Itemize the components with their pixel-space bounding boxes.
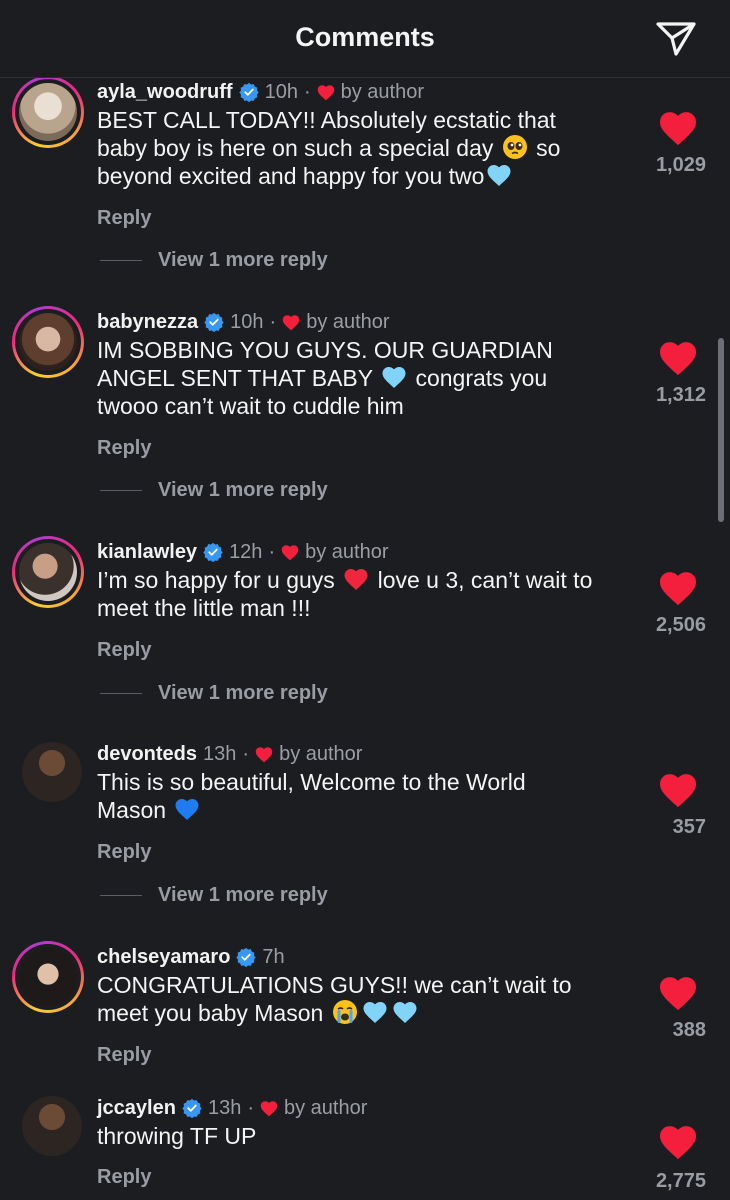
view-more-replies-button[interactable]: View 1 more reply xyxy=(100,681,328,705)
verified-badge-icon xyxy=(238,82,259,102)
light-blue-heart-icon xyxy=(363,1002,387,1023)
comment-time: 13h xyxy=(207,1096,242,1119)
page-title: Comments xyxy=(295,22,435,52)
send-icon[interactable] xyxy=(652,16,700,60)
like-count: 1,029 xyxy=(655,154,706,176)
separator-dot: · xyxy=(269,310,277,333)
comment-meta: babynezza 10h · by author xyxy=(97,308,390,336)
reply-button[interactable]: Reply xyxy=(97,1044,151,1067)
comment-time: 10h xyxy=(230,310,264,333)
divider-line xyxy=(100,489,142,491)
verified-badge-icon xyxy=(182,1098,202,1118)
like-count: 357 xyxy=(672,816,706,838)
avatar[interactable] xyxy=(12,306,84,378)
comment-text: throwing TF UP xyxy=(97,1123,257,1149)
author-liked-heart-icon xyxy=(255,746,273,762)
comment-text: IM SOBBING YOU GUYS. OUR GUARDIAN ANGEL … xyxy=(97,337,553,419)
comment-time: 13h xyxy=(203,742,237,765)
comment-text: CONGRATULATIONS GUYS!! we can’t wait to … xyxy=(97,972,572,1026)
like-count: 1,312 xyxy=(655,384,706,406)
comment-meta: jccaylen 13h · by author xyxy=(97,1094,367,1122)
author-liked-heart-icon xyxy=(281,544,299,560)
comment-meta: kianlawley 12h · by author xyxy=(97,538,389,566)
username[interactable]: babynezza xyxy=(97,311,198,334)
like-count: 2,775 xyxy=(655,1170,706,1192)
like-heart-icon[interactable] xyxy=(658,975,698,1011)
like-heart-icon[interactable] xyxy=(658,570,698,606)
pleading-face-icon xyxy=(502,135,527,159)
reply-button[interactable]: Reply xyxy=(97,207,151,230)
red-heart-icon xyxy=(344,569,368,590)
avatar[interactable] xyxy=(12,536,84,608)
comment-text: I’m so happy for u guys love u 3, can’t … xyxy=(97,567,593,621)
comment-text: BEST CALL TODAY!! Absolutely ecstatic th… xyxy=(97,107,561,189)
separator-dot: · xyxy=(268,540,276,563)
header: Comments xyxy=(0,0,730,78)
username[interactable]: ayla_woodruff xyxy=(97,81,233,104)
divider-line xyxy=(100,692,142,694)
view-more-replies-button[interactable]: View 1 more reply xyxy=(100,478,328,502)
avatar[interactable] xyxy=(12,941,84,1013)
by-author-label: by author xyxy=(305,540,389,563)
like-heart-icon[interactable] xyxy=(658,340,698,376)
view-more-replies-button[interactable]: View 1 more reply xyxy=(100,248,328,272)
verified-badge-icon xyxy=(203,542,223,562)
comment-time: 7h xyxy=(262,945,285,968)
like-count: 2,506 xyxy=(655,614,706,636)
verified-badge-icon xyxy=(236,947,257,967)
light-blue-heart-icon xyxy=(393,1002,417,1023)
divider-line xyxy=(100,259,142,261)
comment-time: 12h xyxy=(229,540,263,563)
username[interactable]: jccaylen xyxy=(97,1097,176,1120)
reply-button[interactable]: Reply xyxy=(97,1166,151,1189)
like-heart-icon[interactable] xyxy=(658,110,698,146)
username[interactable]: kianlawley xyxy=(97,541,197,564)
view-more-label: View 1 more reply xyxy=(158,883,328,906)
view-more-label: View 1 more reply xyxy=(158,681,328,704)
view-more-label: View 1 more reply xyxy=(158,478,328,501)
avatar[interactable] xyxy=(22,742,82,802)
avatar[interactable] xyxy=(22,1096,82,1156)
comment-meta: ayla_woodruff 10h · by author xyxy=(97,78,424,106)
light-blue-heart-icon xyxy=(487,165,511,186)
separator-dot: · xyxy=(247,1096,254,1119)
like-heart-icon[interactable] xyxy=(658,772,698,808)
blue-heart-icon xyxy=(175,799,199,820)
view-more-label: View 1 more reply xyxy=(158,248,328,271)
comment-meta: devonteds 13h · by author xyxy=(97,740,362,768)
separator-dot: · xyxy=(242,742,250,765)
author-liked-heart-icon xyxy=(317,84,334,100)
comment-time: 10h xyxy=(264,80,298,103)
reply-button[interactable]: Reply xyxy=(97,639,151,662)
by-author-label: by author xyxy=(306,310,390,333)
by-author-label: by author xyxy=(340,80,425,103)
comments-list: ayla_woodruff 10h · by author BEST CALL … xyxy=(0,0,730,1200)
like-count: 388 xyxy=(672,1019,706,1041)
comment-meta: chelseyamaro 7h xyxy=(97,943,285,971)
username[interactable]: chelseyamaro xyxy=(97,946,230,969)
author-liked-heart-icon xyxy=(260,1100,278,1116)
comment-text: This is so beautiful, Welcome to the Wor… xyxy=(97,769,526,823)
light-blue-heart-icon xyxy=(382,367,406,388)
username[interactable]: devonteds xyxy=(97,743,197,766)
by-author-label: by author xyxy=(284,1096,368,1119)
reply-button[interactable]: Reply xyxy=(97,841,151,864)
by-author-label: by author xyxy=(279,742,363,765)
author-liked-heart-icon xyxy=(282,314,300,330)
divider-line xyxy=(100,894,142,896)
reply-button[interactable]: Reply xyxy=(97,437,151,460)
avatar[interactable] xyxy=(12,76,84,148)
crying-face-icon xyxy=(332,1000,357,1024)
like-heart-icon[interactable] xyxy=(658,1124,698,1160)
view-more-replies-button[interactable]: View 1 more reply xyxy=(100,883,328,907)
scrollbar[interactable] xyxy=(718,338,724,522)
verified-badge-icon xyxy=(204,312,224,332)
separator-dot: · xyxy=(303,80,311,103)
